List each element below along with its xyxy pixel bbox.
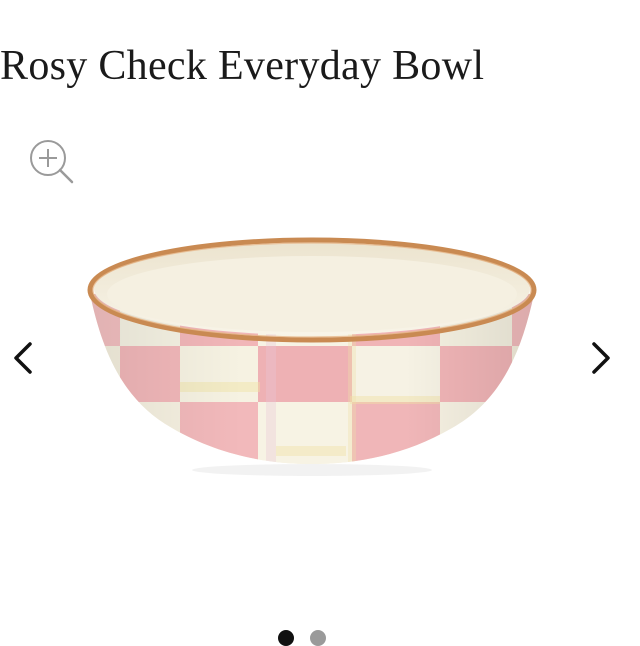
carousel-pagination bbox=[276, 630, 336, 646]
prev-image-button[interactable] bbox=[6, 336, 42, 380]
zoom-in-icon[interactable] bbox=[26, 136, 76, 186]
carousel-dot-2[interactable] bbox=[310, 630, 326, 646]
chevron-right-icon bbox=[592, 342, 610, 374]
chevron-left-icon bbox=[14, 342, 32, 374]
product-image bbox=[80, 232, 544, 480]
next-image-button[interactable] bbox=[582, 336, 618, 380]
product-title: Rosy Check Everyday Bowl bbox=[0, 43, 485, 89]
carousel-dot-1[interactable] bbox=[278, 630, 294, 646]
